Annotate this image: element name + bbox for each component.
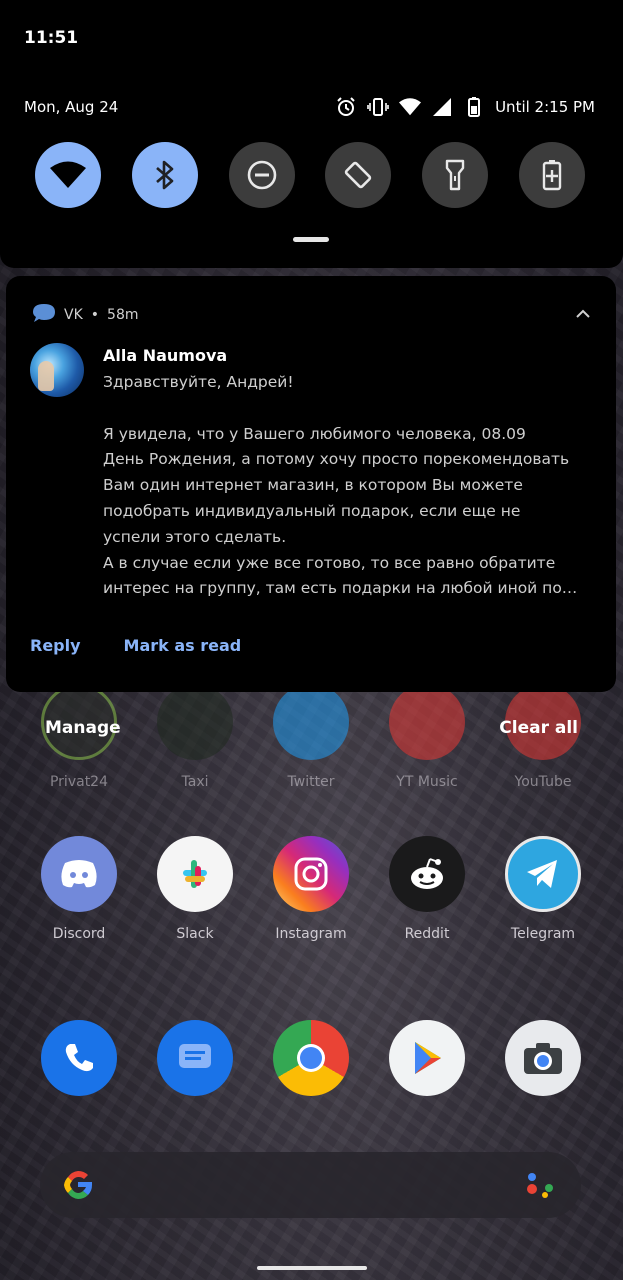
reddit-icon xyxy=(389,836,465,912)
assistant-icon[interactable] xyxy=(523,1167,559,1207)
tile-do-not-disturb[interactable] xyxy=(228,142,295,208)
vk-message-icon xyxy=(32,302,56,328)
clear-all-button[interactable]: Clear all xyxy=(499,718,578,738)
play-store-icon xyxy=(389,1020,465,1096)
battery-estimate: Until 2:15 PM xyxy=(495,98,595,116)
signal-icon xyxy=(431,96,453,118)
tile-flashlight[interactable] xyxy=(422,142,489,208)
gesture-nav-handle[interactable] xyxy=(257,1266,367,1270)
app-messages[interactable] xyxy=(150,1020,240,1096)
app-chrome[interactable] xyxy=(266,1020,356,1096)
tile-wifi[interactable] xyxy=(35,142,101,208)
sender-name: Alla Naumova xyxy=(103,346,228,365)
google-g-icon xyxy=(60,1167,96,1207)
app-play-store[interactable] xyxy=(382,1020,472,1096)
app-discord[interactable]: Discord xyxy=(34,836,124,942)
qs-date[interactable]: Mon, Aug 24 xyxy=(24,98,118,116)
app-label: Privat24 xyxy=(49,774,108,790)
instagram-icon xyxy=(273,836,349,912)
quick-settings-tiles xyxy=(35,142,585,208)
wifi-status-icon xyxy=(399,96,422,118)
app-slack[interactable]: Slack xyxy=(150,836,240,942)
app-reddit[interactable]: Reddit xyxy=(382,836,472,942)
app-label: Discord xyxy=(52,926,106,942)
collapse-chevron-icon[interactable] xyxy=(576,304,590,323)
app-label: Slack xyxy=(176,926,214,942)
app-label: Telegram xyxy=(510,926,576,942)
notification-app-name: VK xyxy=(64,307,83,323)
message-body: Здравствуйте, Андрей! Я увидела, что у В… xyxy=(103,370,598,602)
wifi-icon xyxy=(50,161,86,188)
app-telegram[interactable]: Telegram xyxy=(498,836,588,942)
app-label: YouTube xyxy=(514,774,572,790)
shade-drag-handle[interactable] xyxy=(293,237,329,242)
app-label: YT Music xyxy=(396,774,458,790)
notification-time: 58m xyxy=(107,307,139,323)
app-label: Reddit xyxy=(404,926,450,942)
tile-bluetooth[interactable] xyxy=(131,142,198,208)
camera-icon xyxy=(505,1020,581,1096)
reply-button[interactable]: Reply xyxy=(30,636,81,655)
vibrate-icon xyxy=(367,96,389,118)
message-text: Здравствуйте, Андрей! Я увидела, что у В… xyxy=(103,373,578,598)
status-icons: Until 2:15 PM xyxy=(335,96,595,118)
app-label: Taxi xyxy=(181,774,209,790)
flashlight-icon xyxy=(445,159,465,191)
notification-header: VK • 58m xyxy=(32,302,138,328)
app-label: Instagram xyxy=(275,926,347,942)
header-separator: • xyxy=(90,307,100,323)
app-label: Twitter xyxy=(287,774,335,790)
auto-rotate-icon xyxy=(345,161,372,189)
bluetooth-icon xyxy=(155,160,174,190)
discord-icon xyxy=(41,836,117,912)
app-yt-music[interactable]: YT Music xyxy=(382,684,472,790)
app-taxi[interactable]: Taxi xyxy=(150,684,240,790)
app-twitter[interactable]: Twitter xyxy=(266,684,356,790)
app-instagram[interactable]: Instagram xyxy=(266,836,356,942)
do-not-disturb-icon xyxy=(247,160,276,190)
messages-icon xyxy=(157,1020,233,1096)
quick-settings-panel: 11:51 Mon, Aug 24 Until 2:15 PM xyxy=(0,0,623,268)
mark-as-read-button[interactable]: Mark as read xyxy=(124,636,242,655)
tile-auto-rotate[interactable] xyxy=(325,142,392,208)
status-time: 11:51 xyxy=(24,28,79,48)
notification-actions: Reply Mark as read xyxy=(30,636,241,655)
sender-avatar xyxy=(30,343,84,397)
chrome-icon xyxy=(273,1020,349,1096)
notification-card[interactable]: VK • 58m Alla Naumova Здравствуйте, Андр… xyxy=(6,276,616,692)
battery-icon xyxy=(463,96,485,118)
alarm-icon xyxy=(335,96,357,118)
google-search-bar[interactable] xyxy=(40,1152,581,1218)
phone-icon xyxy=(41,1020,117,1096)
app-camera[interactable] xyxy=(498,1020,588,1096)
battery-saver-icon xyxy=(542,160,562,191)
slack-icon xyxy=(157,836,233,912)
manage-button[interactable]: Manage xyxy=(45,718,121,738)
app-phone[interactable] xyxy=(34,1020,124,1096)
telegram-icon xyxy=(505,836,581,912)
tile-battery-saver[interactable] xyxy=(518,142,585,208)
